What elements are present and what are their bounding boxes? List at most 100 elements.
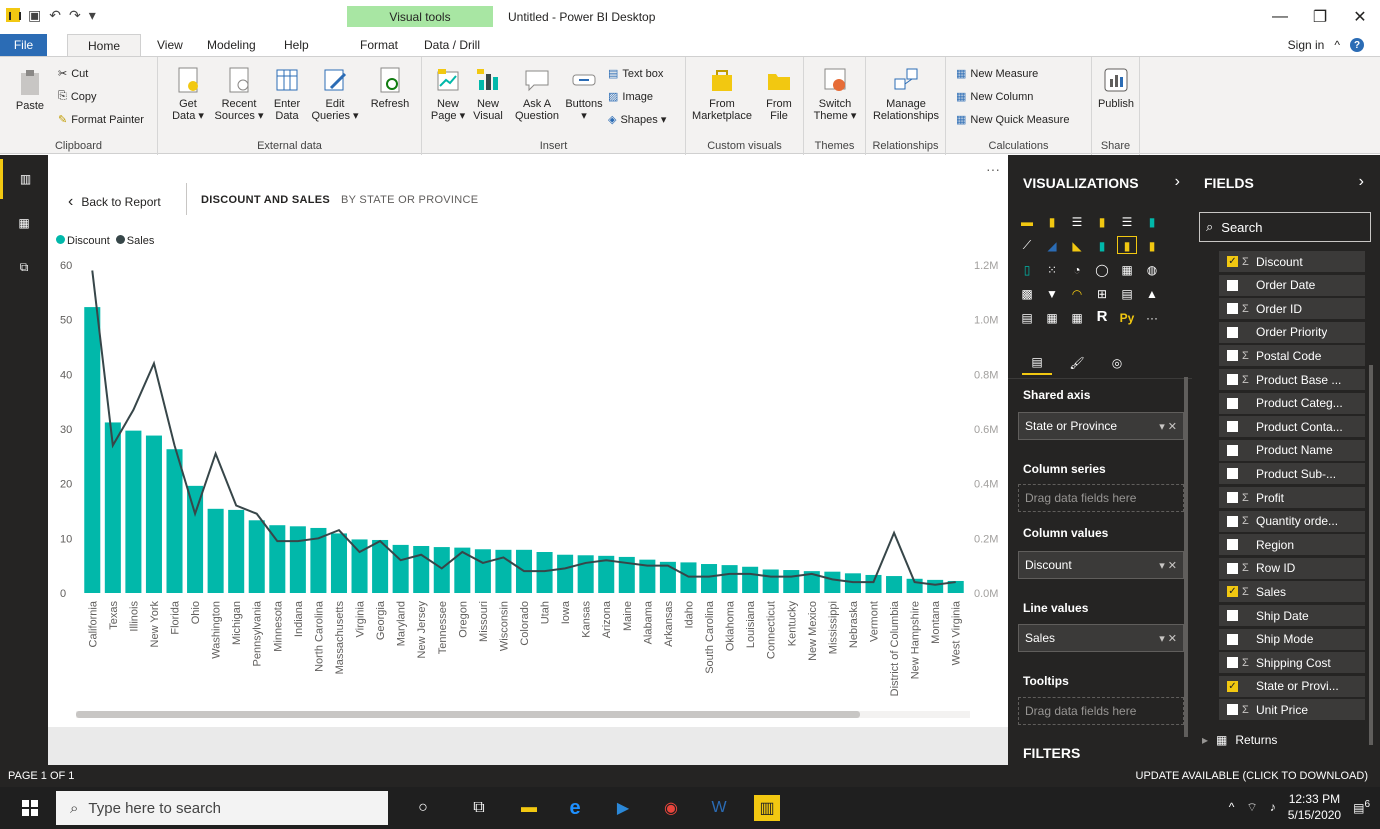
field-checkbox[interactable] xyxy=(1227,397,1238,409)
save-icon[interactable]: ▣ xyxy=(28,8,41,22)
get-data-button[interactable]: Get Data ▾ xyxy=(166,65,210,122)
new-column-button[interactable]: ▦ New Column xyxy=(956,90,1033,104)
tab-help[interactable]: Help xyxy=(284,38,309,52)
cortana-icon[interactable]: ○ xyxy=(410,795,436,821)
paste-button[interactable]: Paste xyxy=(12,67,48,112)
field-item[interactable]: Σ Quantity orde... xyxy=(1219,510,1365,532)
visualizations-scrollbar[interactable] xyxy=(1184,377,1188,737)
field-checkbox[interactable] xyxy=(1227,444,1238,456)
new-page-button[interactable]: New Page ▾ xyxy=(428,65,468,122)
internet-explorer-icon[interactable]: e xyxy=(562,795,588,821)
report-view-button[interactable]: ▥ xyxy=(0,159,48,199)
more-visuals-icon[interactable]: ··· xyxy=(1143,309,1161,325)
line-stacked-column-icon[interactable]: ▮ xyxy=(1117,236,1137,254)
model-view-button[interactable]: ⧉ xyxy=(0,247,48,287)
taskbar-search-box[interactable]: ⌕ Type here to search xyxy=(56,791,388,825)
returns-table[interactable]: ▸ ▦ Returns xyxy=(1202,733,1277,747)
treemap-icon[interactable]: ▦ xyxy=(1118,261,1136,277)
collapse-ribbon-icon[interactable]: ^ xyxy=(1334,38,1340,52)
donut-chart-icon[interactable]: ◯ xyxy=(1093,261,1111,277)
scatter-icon[interactable]: ⁙ xyxy=(1043,261,1061,277)
from-marketplace-button[interactable]: From Marketplace xyxy=(690,65,754,122)
field-checkbox[interactable] xyxy=(1227,657,1238,669)
clock[interactable]: 12:33 PM 5/15/2020 xyxy=(1288,791,1341,823)
field-checkbox[interactable] xyxy=(1227,468,1238,480)
more-options-icon[interactable]: ··· xyxy=(986,161,1000,177)
task-view-icon[interactable]: ⧉ xyxy=(466,795,492,821)
field-checkbox[interactable] xyxy=(1227,326,1238,338)
remove-field-icon[interactable]: ▾ ✕ xyxy=(1159,632,1177,645)
fields-search-input[interactable]: ⌕ Search xyxy=(1199,212,1371,242)
field-item[interactable]: Product Categ... xyxy=(1219,392,1365,414)
field-checkbox[interactable] xyxy=(1227,610,1238,621)
help-icon[interactable]: ? xyxy=(1350,38,1364,52)
new-visual-button[interactable]: New Visual xyxy=(470,65,506,122)
back-to-report-button[interactable]: ‹ Back to Report xyxy=(68,193,161,211)
field-checkbox[interactable] xyxy=(1227,562,1238,574)
from-file-button[interactable]: From File xyxy=(760,65,798,122)
field-checkbox[interactable] xyxy=(1227,421,1238,433)
manage-relationships-button[interactable]: Manage Relationships xyxy=(870,65,942,122)
tab-home[interactable]: Home xyxy=(67,34,141,57)
field-checkbox[interactable] xyxy=(1227,350,1238,362)
python-visual-icon[interactable]: Py xyxy=(1118,309,1136,325)
text-box-button[interactable]: ▤ Text box xyxy=(608,67,663,81)
field-checkbox[interactable] xyxy=(1227,633,1238,645)
100-bar-icon[interactable]: ☰ xyxy=(1118,213,1136,229)
refresh-button[interactable]: Refresh xyxy=(366,65,414,110)
field-item[interactable]: Order Priority xyxy=(1219,321,1365,343)
field-item[interactable]: Σ Postal Code xyxy=(1219,345,1365,367)
format-painter-button[interactable]: ✎ Format Painter xyxy=(58,113,144,127)
matrix-icon[interactable]: ▦ xyxy=(1068,309,1086,325)
100-column-icon[interactable]: ▮ xyxy=(1143,213,1161,229)
field-item[interactable]: ✓ State or Provi... xyxy=(1219,675,1365,697)
undo-icon[interactable]: ↶ xyxy=(49,8,61,22)
field-checkbox[interactable]: ✓ xyxy=(1227,256,1238,267)
field-checkbox[interactable] xyxy=(1227,303,1238,315)
stacked-area-icon[interactable]: ◣ xyxy=(1068,237,1086,253)
recent-sources-button[interactable]: Recent Sources ▾ xyxy=(213,65,265,122)
remove-field-icon[interactable]: ▾ ✕ xyxy=(1159,559,1177,572)
clustered-column-icon[interactable]: ▮ xyxy=(1093,213,1111,229)
collapse-fields-icon[interactable]: › xyxy=(1359,173,1364,191)
enter-data-button[interactable]: Enter Data xyxy=(267,65,307,122)
field-checkbox[interactable]: ✓ xyxy=(1227,680,1238,692)
field-checkbox[interactable] xyxy=(1227,279,1238,291)
update-available-link[interactable]: UPDATE AVAILABLE (CLICK TO DOWNLOAD) xyxy=(1136,770,1368,782)
line-values-well[interactable]: Sales ▾ ✕ xyxy=(1018,624,1184,652)
chrome-icon[interactable]: ◉ xyxy=(658,795,684,821)
tooltips-well[interactable]: Drag data fields here xyxy=(1018,697,1184,725)
clustered-bar-icon[interactable]: ☰ xyxy=(1068,213,1086,229)
restore-button[interactable]: ❐ xyxy=(1300,0,1340,34)
field-item[interactable]: ✓ Σ Discount xyxy=(1219,251,1365,272)
column-values-well[interactable]: Discount ▾ ✕ xyxy=(1018,551,1184,579)
card-icon[interactable]: ⊞ xyxy=(1093,285,1111,301)
stacked-bar-icon[interactable]: ▬ xyxy=(1018,213,1036,229)
tab-format[interactable]: Format xyxy=(360,38,398,52)
pie-chart-icon[interactable]: ◔ xyxy=(1068,261,1086,277)
filled-map-icon[interactable]: ▩ xyxy=(1018,285,1036,301)
analytics-tab[interactable]: ◎ xyxy=(1102,351,1132,375)
line-chart-icon[interactable]: ⟋ xyxy=(1018,237,1036,253)
field-item[interactable]: Σ Product Base ... xyxy=(1219,369,1365,390)
slicer-icon[interactable]: ▤ xyxy=(1018,309,1036,325)
tab-data-drill[interactable]: Data / Drill xyxy=(424,38,480,52)
notifications-icon[interactable]: ▤6 xyxy=(1353,799,1370,815)
new-quick-measure-button[interactable]: ▦ New Quick Measure xyxy=(956,113,1069,127)
line-clustered-column-icon[interactable]: ▮ xyxy=(1093,237,1111,253)
fields-scrollbar[interactable] xyxy=(1369,365,1373,745)
network-icon[interactable]: ⌔ xyxy=(1246,800,1257,815)
ribbon-chart-icon[interactable]: ▮ xyxy=(1143,237,1161,253)
publish-button[interactable]: Publish xyxy=(1096,65,1136,110)
field-checkbox[interactable] xyxy=(1227,492,1238,503)
show-hidden-icons-icon[interactable]: ^ xyxy=(1229,800,1235,814)
ask-question-button[interactable]: Ask A Question xyxy=(512,65,562,122)
multi-row-card-icon[interactable]: ▤ xyxy=(1118,285,1136,301)
field-item[interactable]: Σ Profit xyxy=(1219,487,1365,508)
filters-title[interactable]: FILTERS xyxy=(1023,745,1080,761)
map-icon[interactable]: ◍ xyxy=(1143,261,1161,277)
data-view-button[interactable]: ▦ xyxy=(0,203,48,243)
field-item[interactable]: Product Sub-... xyxy=(1219,463,1365,485)
field-checkbox[interactable] xyxy=(1227,374,1238,385)
copy-button[interactable]: ⎘ Copy xyxy=(58,90,97,103)
